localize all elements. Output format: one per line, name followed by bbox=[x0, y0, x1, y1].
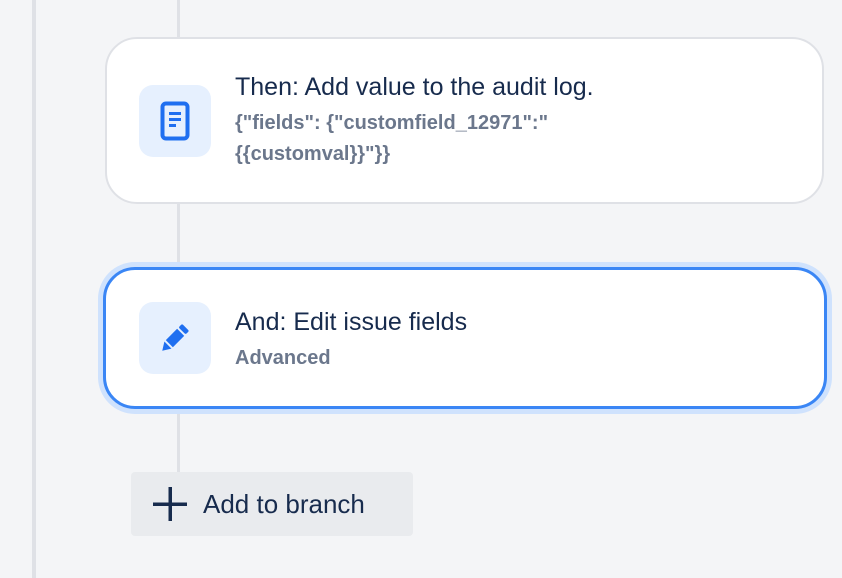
step-title: Then: Add value to the audit log. bbox=[235, 73, 594, 101]
flow-connector bbox=[177, 0, 180, 38]
flow-connector bbox=[177, 203, 180, 269]
document-icon bbox=[139, 85, 211, 157]
pencil-icon bbox=[139, 302, 211, 374]
step-detail: {"fields": {"customfield_12971":" {{cust… bbox=[235, 112, 549, 165]
rule-step-audit-log[interactable]: Then: Add value to the audit log. {"fiel… bbox=[105, 37, 824, 204]
plus-icon bbox=[151, 485, 189, 523]
add-to-branch-label: Add to branch bbox=[203, 488, 365, 519]
add-to-branch-button[interactable]: Add to branch bbox=[131, 472, 413, 536]
step-title: And: Edit issue fields bbox=[235, 308, 468, 336]
step-detail: Advanced bbox=[235, 347, 331, 369]
left-rail bbox=[32, 0, 36, 578]
rule-step-edit-issue[interactable]: And: Edit issue fields Advanced bbox=[103, 267, 827, 409]
flow-connector bbox=[177, 409, 180, 472]
